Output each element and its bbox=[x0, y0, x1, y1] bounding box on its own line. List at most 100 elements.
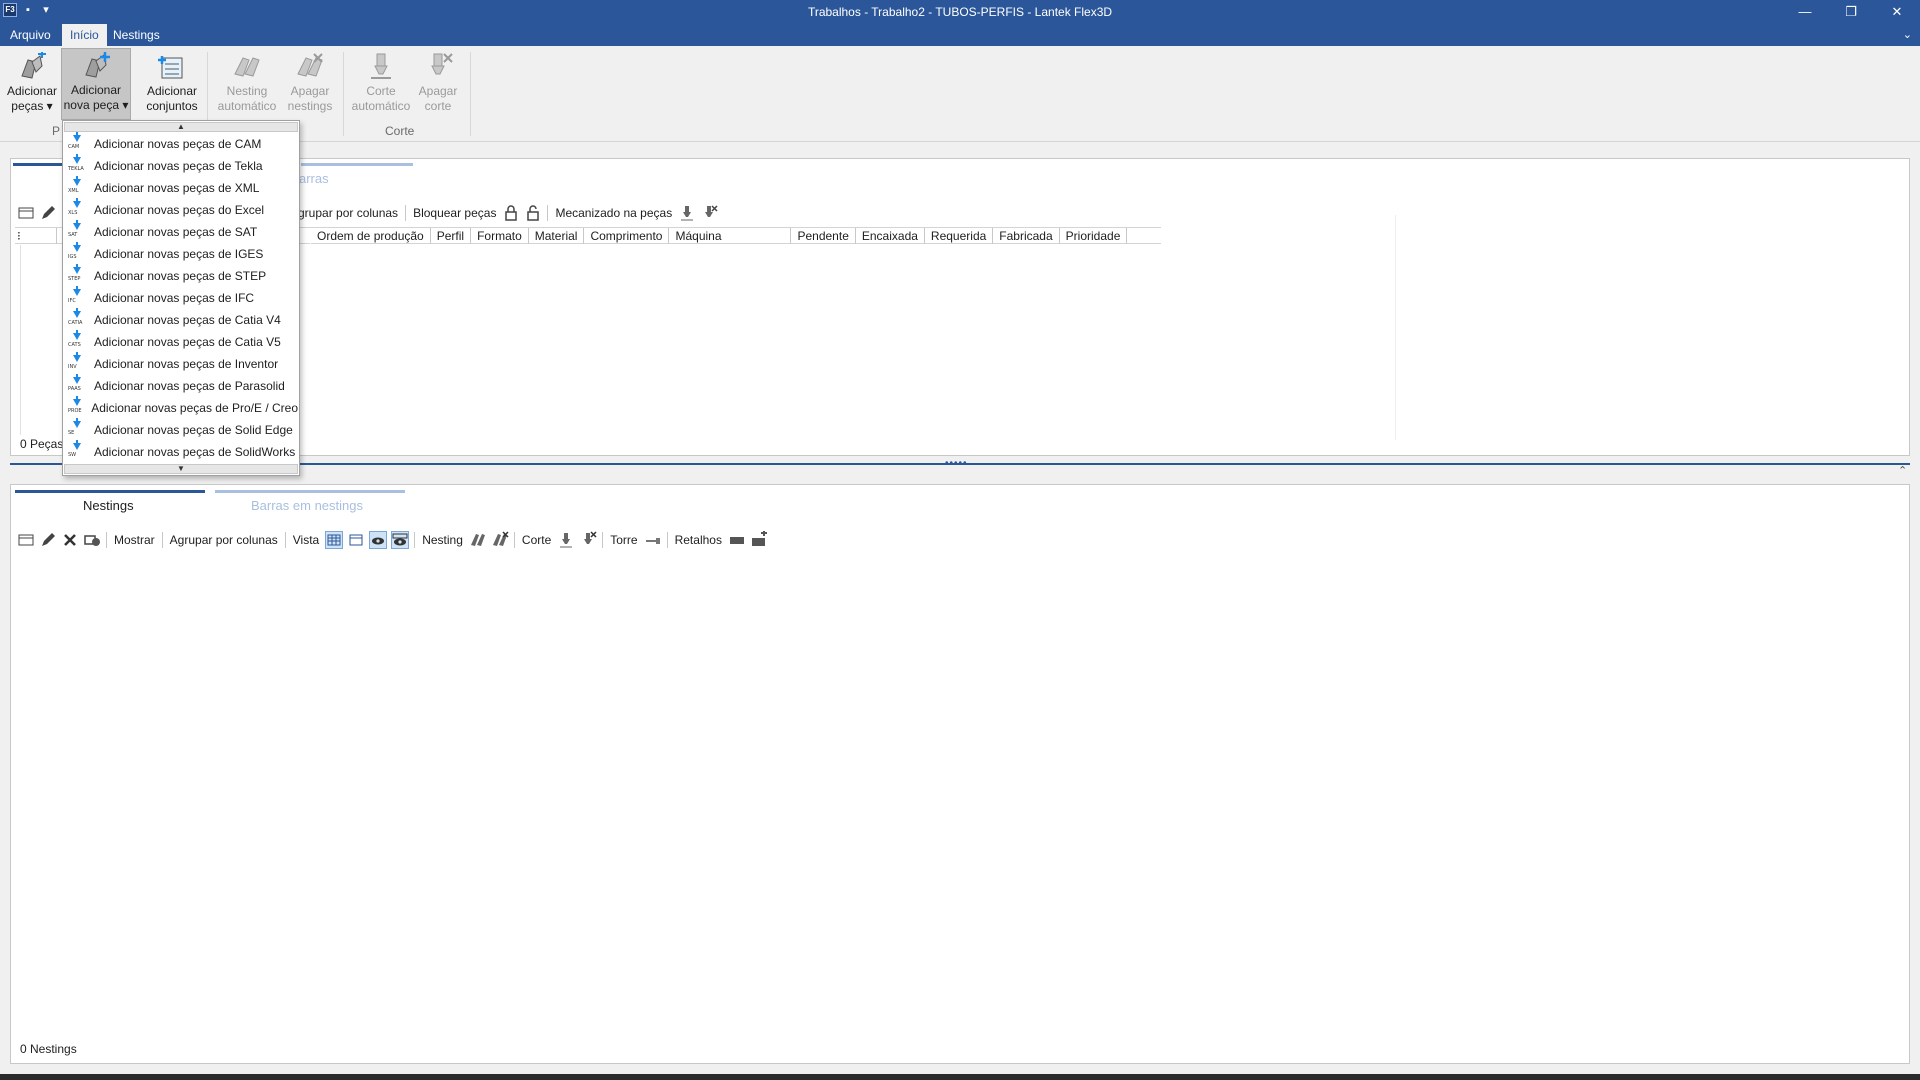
group-label-parts: P bbox=[52, 124, 61, 138]
cut-label: Corte bbox=[521, 533, 552, 547]
dropdown-item-sat[interactable]: SAT Adicionar novas peças de SAT bbox=[64, 220, 298, 243]
dropdown-item-catia-v4[interactable]: CATIA Adicionar novas peças de Catia V4 bbox=[64, 308, 298, 331]
clear-icon[interactable] bbox=[83, 531, 101, 549]
column-header[interactable]: Pendente bbox=[791, 228, 856, 244]
add-assemblies-label: Adicionar bbox=[146, 84, 198, 98]
eye-preview-icon[interactable] bbox=[391, 531, 410, 549]
column-header[interactable]: Material bbox=[529, 228, 585, 244]
toolbar-separator bbox=[513, 532, 515, 548]
auto-nesting-button[interactable]: Nesting automático bbox=[212, 50, 282, 120]
dropdown-item-iges[interactable]: IGS Adicionar novas peças de IGES bbox=[64, 242, 298, 265]
dropdown-item-label: Adicionar novas peças de CAM bbox=[94, 137, 262, 151]
tab-nestings-sub[interactable]: Nestings bbox=[83, 498, 134, 513]
tab-bars[interactable]: arras bbox=[299, 171, 329, 186]
group-label-cut: Corte bbox=[385, 124, 415, 138]
import-solid-edge-icon: SE bbox=[68, 418, 84, 439]
group-by-columns-button[interactable]: grupar por colunas bbox=[298, 206, 402, 220]
chevron-up-icon[interactable]: ⌃ bbox=[1898, 464, 1907, 477]
remnant-icon[interactable] bbox=[728, 531, 746, 549]
scroll-down-button[interactable]: ▼ bbox=[64, 464, 298, 474]
status-strip bbox=[0, 1074, 1920, 1080]
delete-cut-icon bbox=[422, 52, 454, 82]
column-header[interactable]: Máquina bbox=[669, 228, 792, 244]
dropdown-item-proe-creo[interactable]: PROE Adicionar novas peças de Pro/E / Cr… bbox=[64, 396, 298, 419]
auto-cut-button[interactable]: Corte automático bbox=[348, 50, 414, 120]
column-header[interactable]: Requerida bbox=[925, 228, 994, 244]
tab-nestings[interactable]: Nestings bbox=[105, 24, 168, 46]
view-label: Vista bbox=[292, 533, 320, 547]
group-by-columns-button[interactable]: Agrupar por colunas bbox=[166, 533, 282, 547]
column-header[interactable]: Perfil bbox=[431, 228, 472, 244]
delete-cut-icon[interactable] bbox=[579, 531, 597, 549]
column-header[interactable]: Ordem de produção bbox=[311, 228, 431, 244]
add-new-part-button[interactable]: Adicionar nova peça ▾ bbox=[61, 48, 131, 120]
open-icon[interactable] bbox=[17, 531, 35, 549]
nestings-panel: Nestings Barras em nestings Mostrar Agru… bbox=[10, 484, 1910, 1064]
machining-icon[interactable] bbox=[678, 204, 696, 222]
delete-icon[interactable] bbox=[61, 531, 79, 549]
dropdown-item-catia-v5[interactable]: CATS Adicionar novas peças de Catia V5 bbox=[64, 330, 298, 353]
dropdown-item-solid-edge[interactable]: SE Adicionar novas peças de Solid Edge bbox=[64, 418, 298, 441]
column-header[interactable]: Fabricada bbox=[993, 228, 1060, 244]
tab-arquivo[interactable]: Arquivo bbox=[2, 24, 59, 46]
row-selector-header[interactable]: ⁝ bbox=[15, 228, 57, 244]
column-header[interactable]: Prioridade bbox=[1060, 228, 1128, 244]
remove-machining-icon[interactable] bbox=[700, 204, 718, 222]
import-catia-v4-icon: CATIA bbox=[68, 308, 84, 329]
dropdown-item-solidworks[interactable]: SW Adicionar novas peças de SolidWorks bbox=[64, 440, 298, 463]
unlock-icon[interactable] bbox=[524, 204, 542, 222]
add-assemblies-icon bbox=[156, 52, 188, 82]
grid-right-border bbox=[1395, 215, 1396, 440]
nesting-icon[interactable] bbox=[469, 531, 487, 549]
dropdown-item-tekla[interactable]: TEKLA Adicionar novas peças de Tekla bbox=[64, 154, 298, 177]
delete-nestings-icon bbox=[294, 52, 326, 82]
dropdown-item-label: Adicionar novas peças de Tekla bbox=[94, 159, 263, 173]
nesting-delete-icon[interactable] bbox=[491, 531, 509, 549]
row-selector-column bbox=[15, 245, 21, 435]
dropdown-item-parasolid[interactable]: PAAS Adicionar novas peças de Parasolid bbox=[64, 374, 298, 397]
minimize-icon[interactable]: — bbox=[1782, 0, 1828, 24]
eye-view-icon[interactable] bbox=[369, 531, 388, 549]
column-header[interactable]: Comprimento bbox=[584, 228, 670, 244]
dropdown-item-label: Adicionar novas peças de SolidWorks bbox=[94, 445, 296, 459]
tab-inicio[interactable]: Início bbox=[62, 24, 107, 46]
tower-label: Torre bbox=[610, 533, 638, 547]
parts-tab-indicator bbox=[13, 163, 63, 166]
delete-cut-button[interactable]: Apagar corte bbox=[414, 50, 462, 120]
nestings-tab-indicator bbox=[15, 490, 205, 493]
import-parasolid-icon: PAAS bbox=[68, 374, 84, 395]
dropdown-item-ifc[interactable]: IFC Adicionar novas peças de IFC bbox=[64, 286, 298, 309]
column-header[interactable]: Formato bbox=[471, 228, 529, 244]
machined-in-parts-label: Mecanizado na peças bbox=[555, 206, 673, 220]
dropdown-item-cam[interactable]: CAM Adicionar novas peças de CAM bbox=[64, 132, 298, 155]
grid-view-icon[interactable] bbox=[325, 531, 344, 549]
dropdown-item-inventor[interactable]: INV Adicionar novas peças de Inventor bbox=[64, 352, 298, 375]
add-new-part-label: Adicionar bbox=[70, 83, 122, 97]
restore-icon[interactable]: ❐ bbox=[1828, 0, 1874, 24]
splitter-grip-icon[interactable]: ••••• bbox=[945, 458, 968, 469]
show-button[interactable]: Mostrar bbox=[110, 533, 159, 547]
close-icon[interactable]: ✕ bbox=[1874, 0, 1920, 24]
open-icon[interactable] bbox=[17, 204, 35, 222]
tab-bars-in-nestings[interactable]: Barras em nestings bbox=[251, 498, 363, 513]
delete-nestings-button[interactable]: Apagar nestings bbox=[284, 50, 336, 120]
import-tekla-icon: TEKLA bbox=[68, 154, 84, 175]
tower-icon[interactable] bbox=[644, 531, 662, 549]
dropdown-item-xml[interactable]: XML Adicionar novas peças de XML bbox=[64, 176, 298, 199]
add-remnant-icon[interactable] bbox=[750, 530, 768, 549]
chevron-down-icon[interactable]: ⌄ bbox=[1903, 28, 1912, 41]
scroll-up-button[interactable]: ▲ bbox=[64, 122, 298, 132]
cutting-torch-icon[interactable] bbox=[557, 531, 575, 549]
dropdown-item-excel[interactable]: XLS Adicionar novas peças do Excel bbox=[64, 198, 298, 221]
pencil-icon[interactable] bbox=[39, 204, 57, 222]
list-view-icon[interactable] bbox=[347, 531, 365, 549]
dropdown-item-label: Adicionar novas peças de Inventor bbox=[94, 357, 279, 371]
add-parts-label-2: peças ▾ bbox=[11, 99, 53, 113]
dropdown-item-step[interactable]: STEP Adicionar novas peças de STEP bbox=[64, 264, 298, 287]
lock-icon[interactable] bbox=[502, 204, 520, 222]
column-header[interactable]: Encaixada bbox=[856, 228, 925, 244]
pencil-icon[interactable] bbox=[39, 531, 57, 549]
toolbar-separator bbox=[414, 532, 416, 548]
add-assemblies-button[interactable]: Adicionar conjuntos bbox=[140, 50, 204, 120]
add-parts-button[interactable]: Adicionar peças ▾ bbox=[4, 50, 60, 120]
